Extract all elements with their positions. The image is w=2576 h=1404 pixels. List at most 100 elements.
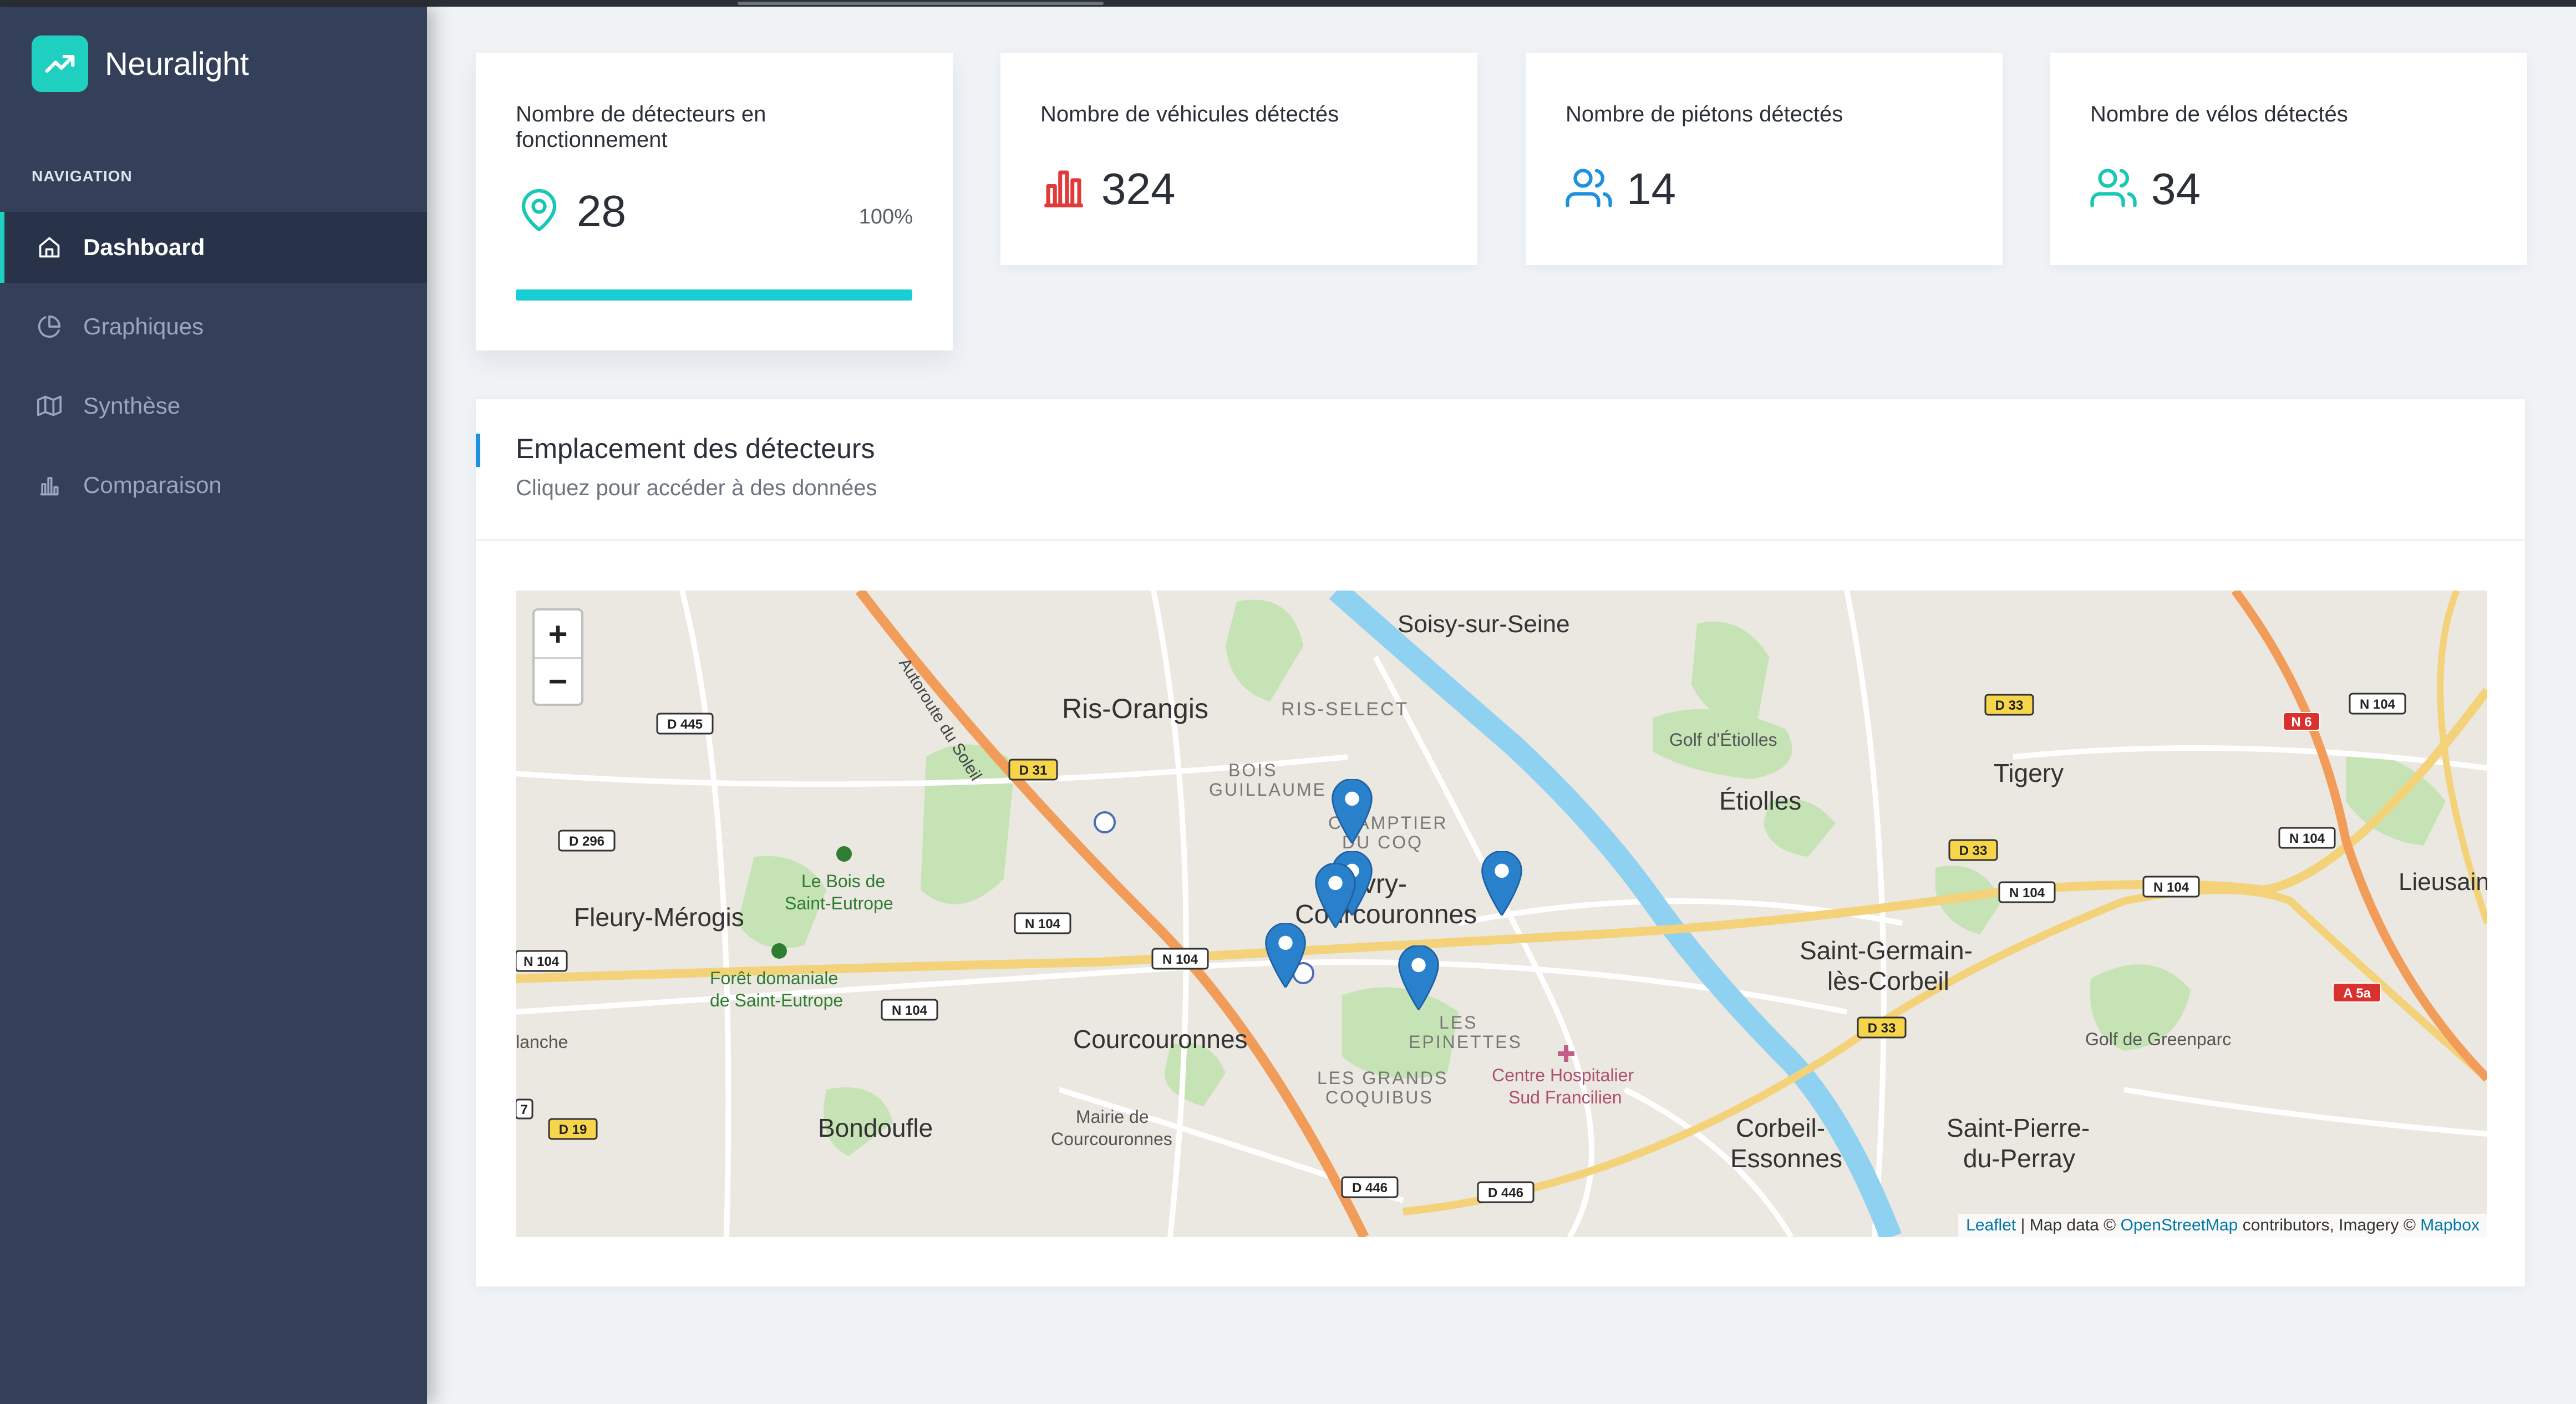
sidebar-item-dashboard[interactable]: Dashboard	[0, 212, 427, 283]
map-label: lanche	[516, 1032, 568, 1052]
stat-card-detectors: Nombre de détecteurs en fonctionnement 2…	[476, 53, 953, 350]
detector-marker[interactable]	[1264, 922, 1307, 989]
sidebar-item-label: Synthèse	[83, 393, 181, 419]
detector-marker[interactable]	[1481, 850, 1523, 917]
sidebar: Neuralight NAVIGATION Dashboard Graphiqu…	[0, 7, 427, 1404]
users-icon	[1566, 165, 1612, 214]
map-card: Emplacement des détecteurs Cliquez pour …	[476, 399, 2525, 1286]
road-sign: D 446	[1477, 1181, 1535, 1203]
stat-title: Nombre de véhicules détectés	[1040, 102, 1339, 126]
road-sign: N 104	[1998, 881, 2056, 903]
road-sign: A 5a	[2333, 983, 2381, 1003]
stat-title: Nombre de détecteurs en fonctionnement	[516, 102, 766, 152]
road-sign: D 445	[656, 713, 714, 735]
map-label: Courcouronnes	[1073, 1025, 1248, 1054]
road-sign: D 446	[1341, 1176, 1399, 1198]
detector-marker[interactable]	[1331, 778, 1373, 845]
map-card-subtitle: Cliquez pour accéder à des données	[516, 476, 877, 500]
home-icon	[34, 232, 64, 262]
stat-card-pedestrians: Nombre de piétons détectés 14	[1526, 53, 2003, 265]
svg-text:D 446: D 446	[1488, 1186, 1523, 1200]
map-card-header: Emplacement des détecteurs Cliquez pour …	[476, 399, 2525, 541]
stat-percent: 100%	[858, 205, 913, 228]
svg-text:N 104: N 104	[524, 954, 560, 969]
map-label: Soisy-sur-Seine	[1398, 611, 1570, 638]
svg-text:D 33: D 33	[1995, 698, 2024, 713]
road-sign: N 104	[881, 999, 938, 1021]
svg-text:N 104: N 104	[892, 1003, 928, 1018]
map-label: EPINETTES	[1409, 1032, 1522, 1052]
map-label: Golf de Greenparc	[2085, 1029, 2231, 1049]
map-label: Mairie de	[1076, 1107, 1149, 1127]
map-marker-icon	[1332, 778, 1373, 845]
map-label: Étiolles	[1719, 786, 1801, 815]
stat-value: 324	[1101, 164, 1176, 213]
sidebar-item-synthese[interactable]: Synthèse	[0, 370, 427, 441]
svg-text:N 104: N 104	[2153, 880, 2189, 895]
map-label: Saint-Eutrope	[785, 893, 893, 913]
map-pin-icon	[516, 187, 562, 236]
road-sign: D 31	[1008, 759, 1058, 781]
stat-value-row: 324	[1040, 164, 1175, 215]
road-sign: D 19	[548, 1118, 598, 1140]
map-label: Golf d'Étiolles	[1669, 730, 1777, 750]
svg-text:D 31: D 31	[1019, 763, 1048, 778]
zoom-control: + −	[532, 608, 583, 706]
svg-text:D 33: D 33	[1868, 1021, 1896, 1036]
sidebar-item-graphiques[interactable]: Graphiques	[0, 291, 427, 362]
zoom-out-button[interactable]: −	[535, 657, 581, 704]
stat-value: 14	[1627, 164, 1676, 213]
map-label: Centre Hospitalier	[1492, 1065, 1634, 1085]
detector-marker[interactable]	[1314, 862, 1356, 929]
map-label: lès-Corbeil	[1827, 966, 1949, 995]
sidebar-item-label: Graphiques	[83, 313, 204, 339]
detector-marker[interactable]	[1398, 944, 1440, 1011]
map-label: Sud Francilien	[1508, 1087, 1622, 1107]
svg-text:N 104: N 104	[2289, 831, 2325, 846]
sidebar-item-label: Comparaison	[83, 472, 222, 498]
openstreetmap-link[interactable]: OpenStreetMap	[2121, 1216, 2238, 1234]
trending-up-icon	[32, 35, 88, 92]
road-sign: 7	[516, 1098, 534, 1120]
svg-text:D 296: D 296	[569, 834, 604, 849]
map-icon	[34, 391, 64, 421]
svg-text:D 33: D 33	[1959, 843, 1988, 858]
svg-text:N 104: N 104	[2360, 697, 2396, 712]
map-label: Le Bois de	[801, 871, 885, 891]
map-label: Courcouronnes	[1051, 1129, 1172, 1149]
map-label: Bondoufle	[818, 1113, 933, 1142]
brand[interactable]: Neuralight	[32, 35, 249, 92]
header-accent-bar	[476, 434, 480, 467]
tab-highlight	[738, 2, 1104, 5]
users-icon	[2090, 165, 2137, 214]
map-marker-icon	[1481, 850, 1522, 917]
road-signs: D 445 D 31 D 296 N 104 N 104 N 104 N 104…	[516, 693, 2406, 1203]
leaflet-link[interactable]: Leaflet	[1966, 1216, 2016, 1234]
map-label: Saint-Germain-	[1800, 936, 1973, 965]
attribution-text: | Map data ©	[2016, 1216, 2121, 1234]
map-label: COQUIBUS	[1325, 1087, 1434, 1107]
map-label: RIS-SELECT	[1281, 699, 1409, 720]
road-sign: D 33	[1857, 1016, 1907, 1039]
leaflet-map[interactable]: Soisy-sur-Seine RIS-SELECT Ris-Orangis B…	[516, 591, 2487, 1237]
svg-text:N 104: N 104	[1025, 917, 1061, 932]
map-label: Forêt domaniale	[710, 968, 838, 988]
map-label: Fleury-Mérogis	[574, 903, 744, 932]
app-root: Neuralight NAVIGATION Dashboard Graphiqu…	[0, 0, 2576, 1404]
road-sign: D 33	[1984, 694, 2034, 716]
road-sign: N 104	[2349, 693, 2406, 715]
bar-chart-icon	[34, 470, 64, 500]
svg-text:A 5a: A 5a	[2343, 986, 2371, 1001]
sidebar-item-comparaison[interactable]: Comparaison	[0, 450, 427, 521]
mapbox-link[interactable]: Mapbox	[2420, 1216, 2480, 1234]
map-label: GUILLAUME	[1209, 780, 1327, 800]
road-sign: D 33	[1948, 839, 1998, 861]
svg-text:N 104: N 104	[2009, 886, 2045, 901]
map-label: Saint-Pierre-	[1947, 1113, 2090, 1142]
stat-title: Nombre de vélos détectés	[2090, 102, 2348, 126]
road-sign: N 104	[516, 950, 568, 972]
zoom-in-button[interactable]: +	[535, 611, 581, 657]
sidebar-item-label: Dashboard	[83, 234, 205, 260]
road-sign: N 6	[2283, 712, 2320, 731]
stat-value-row: 34	[2090, 164, 2201, 215]
